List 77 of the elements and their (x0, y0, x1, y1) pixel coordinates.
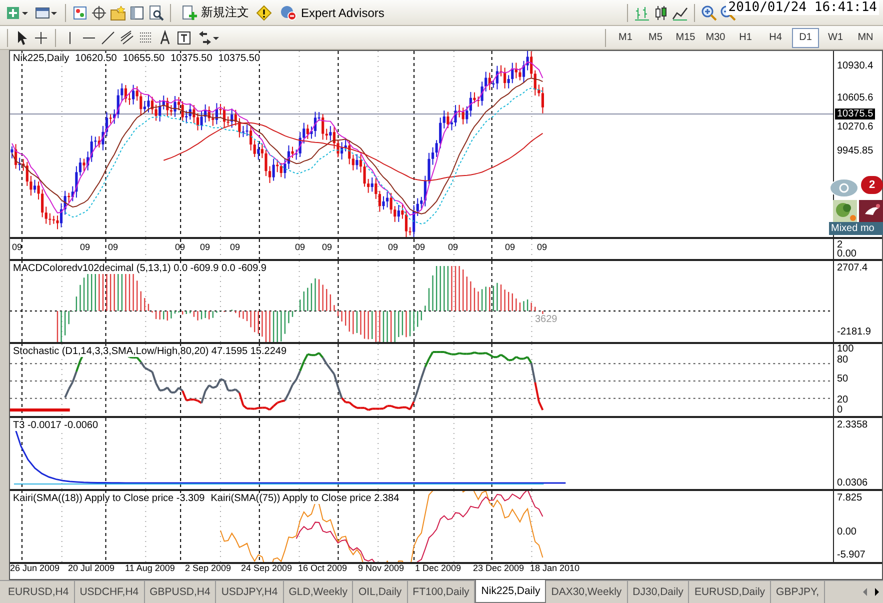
date-label: 9 Nov 2009 (358, 563, 404, 573)
chart-tab[interactable]: USDJPY,H4 (216, 581, 284, 603)
date-label: 09 (108, 242, 118, 252)
timeframe-button[interactable]: M5 (642, 28, 669, 48)
chart-tab[interactable]: EURUSD,Daily (689, 581, 772, 603)
date-label: 11 Aug 2009 (125, 563, 175, 573)
axis-label: 10930.4 (837, 60, 874, 72)
chart-tab[interactable]: DJ30,Daily (628, 581, 690, 603)
date-label: 23 Dec 2009 (473, 563, 524, 573)
axis-label: 0.00 (837, 248, 856, 260)
date-label: 16 Oct 2009 (298, 563, 348, 573)
indicator-label: Kairi(SMA((18)) Apply to Close price -3.309 (13, 493, 205, 504)
new-order-button[interactable]: 新規注文 (177, 2, 253, 24)
axis-label: 9945.85 (837, 146, 874, 157)
axis-label: 80 (837, 354, 848, 366)
timeframe-button[interactable]: W1 (822, 28, 849, 48)
chart-tab[interactable]: EURUSD,H4 (3, 581, 75, 603)
axis-label: 0 (837, 404, 843, 416)
symbol-label: Nik225,Daily (13, 53, 70, 64)
axis-label: 50 (837, 374, 848, 385)
chart-tab[interactable]: USDCHF,H4 (74, 581, 145, 603)
date-label: 09 (230, 242, 240, 252)
timeframe-button[interactable]: M30 (702, 28, 729, 48)
price-value: 10375.50 (170, 53, 212, 64)
axis-label: -2181.9 (837, 326, 871, 338)
clock-label: 2010/01/24 16:41:14 (726, 0, 879, 15)
date-label: 1 Dec 2009 (415, 563, 462, 573)
date-label: 20 Jul 2009 (68, 563, 115, 573)
date-label: 09 (295, 242, 306, 252)
chart-tab[interactable]: Nik225,Daily (475, 580, 546, 603)
axis-label: 0.0306 (837, 478, 868, 489)
timeframe-button[interactable]: H4 (762, 28, 789, 48)
date-label: 2 Sep 2009 (185, 563, 232, 573)
price-value: 10655.50 (122, 53, 165, 64)
widget-label: Mixed mo (829, 222, 883, 235)
axis-label: 0.00 (837, 526, 856, 538)
price-value: 10375.50 (218, 53, 260, 64)
axis-label: 2.3358 (837, 420, 868, 431)
date-label: 09 (80, 242, 90, 252)
axis-label: 2707.4 (837, 262, 868, 274)
axis-label: 20 (837, 394, 848, 406)
expert-advisors-button[interactable]: Expert Advisors (275, 2, 388, 24)
date-label: 09 (175, 242, 186, 252)
axis-label: 100 (837, 344, 854, 355)
indicator-label: Kairi(SMA((75)) Apply to Close price 2.384 (210, 493, 400, 504)
chart-tab[interactable]: OIL,Daily (353, 581, 408, 603)
date-label: 09 (200, 242, 210, 252)
date-label: 26 Jun 2009 (10, 563, 60, 573)
timeframe-button[interactable]: M15 (672, 28, 699, 48)
date-label: 09 (12, 242, 22, 252)
indicator-label: T3 -0.0017 -0.0060 (13, 420, 98, 431)
price-value: 10620.50 (75, 53, 117, 64)
indicator-label: Stochastic (D1,14,3,3,SMA,Low/High,80,20) 47.1595 15.2249 (13, 346, 287, 357)
date-label: 09 (415, 242, 426, 252)
date-label: 09 (537, 242, 548, 252)
date-label: 18 Jan 2010 (530, 563, 580, 573)
date-label: 09 (448, 242, 458, 252)
axis-label: 2 (837, 240, 843, 250)
timeframe-button[interactable]: H1 (732, 28, 759, 48)
indicator-label: MACDColoredv102decimal (5,13,1) 0.0 -609.9 0.0 -609.9 (13, 263, 266, 274)
chart-tab[interactable]: GBPJPY, (771, 581, 826, 603)
date-label: 09 (322, 242, 332, 252)
chart-tab[interactable]: GLD,Weekly (284, 581, 354, 603)
current-price-label: 10375.5 (835, 108, 876, 120)
chart-tab[interactable]: DAX30,Weekly (546, 581, 628, 603)
date-label: 09 (388, 242, 398, 252)
axis-label: -5.907 (837, 549, 866, 560)
indicator-value: 3629 (535, 314, 558, 325)
timeframe-button[interactable]: M1 (612, 28, 639, 48)
date-label: 09 (505, 242, 516, 252)
chart-tab[interactable]: GBPUSD,H4 (144, 581, 216, 603)
axis-label: 10605.6 (837, 92, 874, 103)
timeframe-button[interactable]: MN (852, 28, 879, 48)
axis-label: 10270.6 (837, 122, 874, 133)
timeframe-button[interactable]: D1 (792, 28, 819, 48)
date-label: 24 Sep 2009 (241, 563, 292, 573)
axis-label: 7.825 (837, 492, 862, 504)
